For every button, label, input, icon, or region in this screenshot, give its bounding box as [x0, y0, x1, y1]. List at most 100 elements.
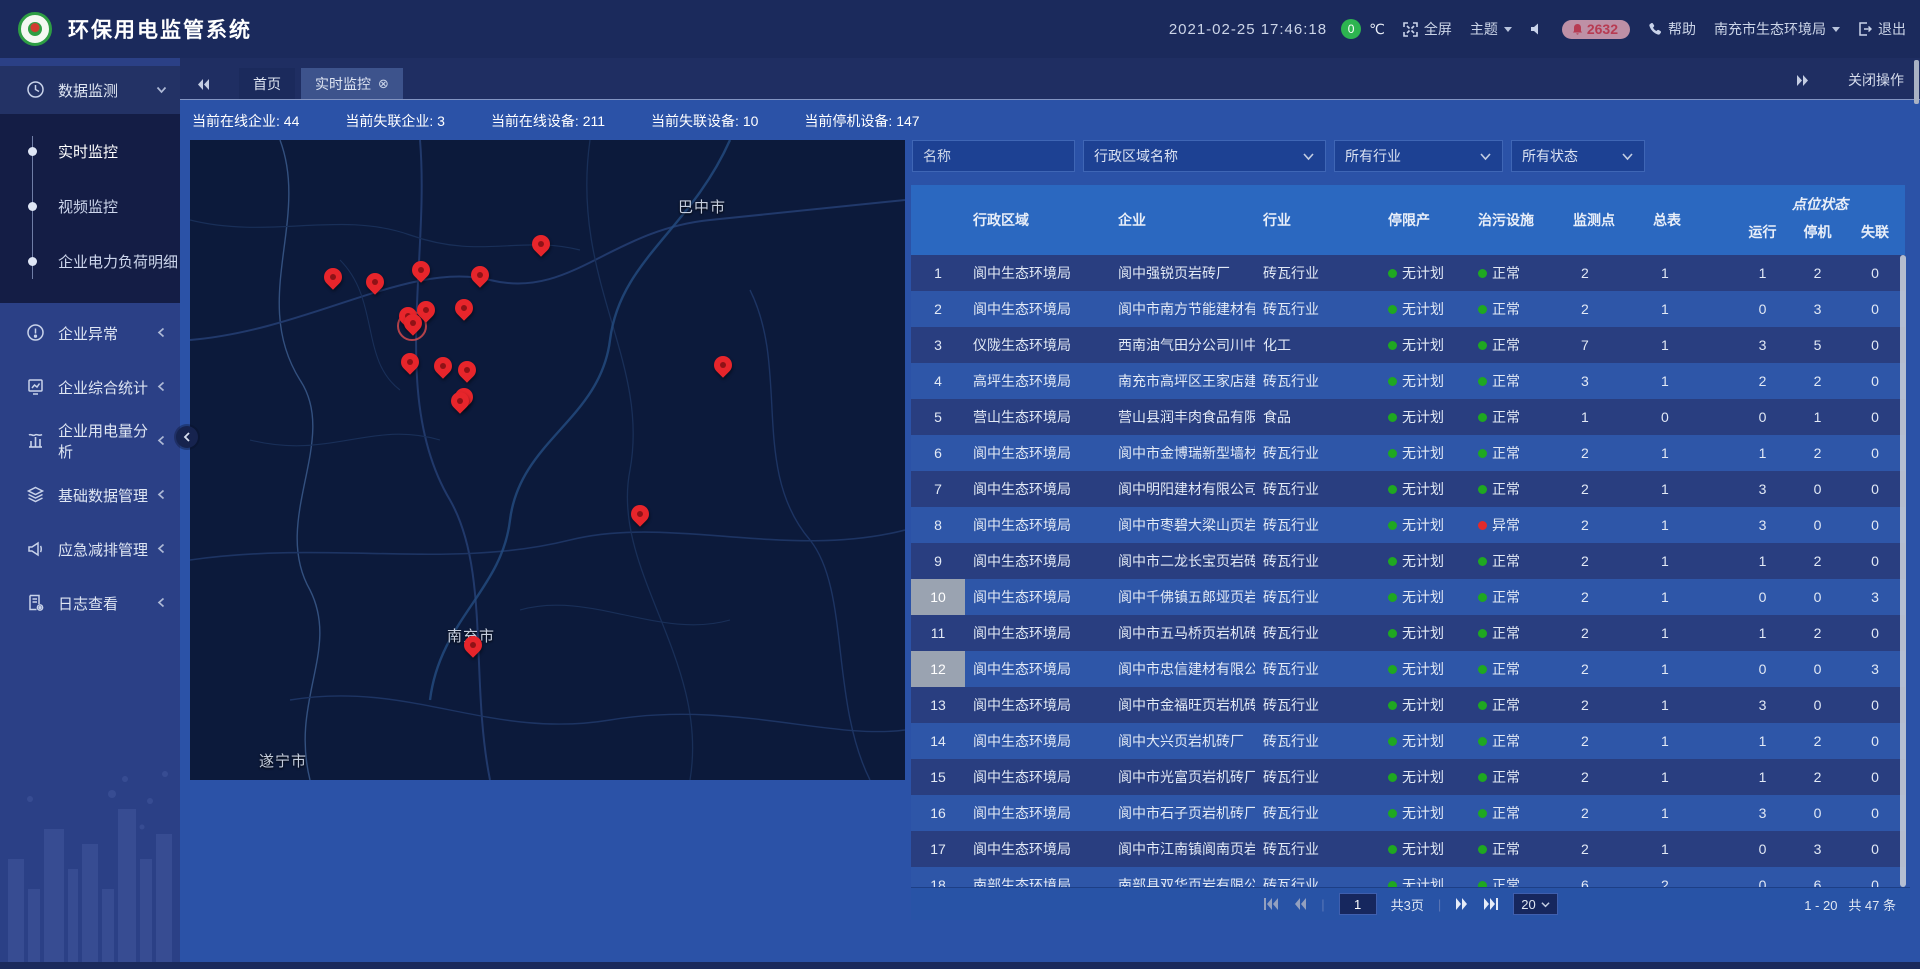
fullscreen-button[interactable]: 全屏 [1403, 19, 1452, 39]
pin-icon [397, 349, 422, 374]
tab-item[interactable]: 首页 [239, 68, 295, 99]
cell-industry: 砖瓦行业 [1255, 543, 1380, 579]
table-row[interactable]: 1阆中生态环境局阆中强锐页岩砖厂砖瓦行业无计划正常21120 [911, 255, 1905, 291]
tabs-scroll-left-button[interactable] [196, 78, 211, 91]
status-dot-icon [1388, 773, 1397, 782]
prev-page-button[interactable] [1293, 898, 1307, 910]
table-row[interactable]: 8阆中生态环境局阆中市枣碧大梁山页岩砖瓦行业无计划异常21300 [911, 507, 1905, 543]
map-pin[interactable] [458, 361, 476, 385]
cell-region: 仪陇生态环境局 [965, 327, 1110, 363]
sidebar-item[interactable]: 基础数据管理 [0, 471, 180, 519]
cell-monitor-points: 2 [1565, 831, 1645, 867]
map-pin[interactable] [404, 314, 422, 338]
sidebar-subitem[interactable]: 视频监控 [0, 179, 180, 234]
sidebar-item-label: 企业综合统计 [58, 377, 156, 398]
map-pin[interactable] [714, 356, 732, 380]
table-row[interactable]: 18南部生态环境局南部县双华页岩有限公砖瓦行业无计划正常62060 [911, 867, 1905, 887]
status-filter-select[interactable]: 所有状态 [1511, 140, 1645, 172]
cell-industry: 砖瓦行业 [1255, 687, 1380, 723]
cell-limit-status: 无计划 [1380, 399, 1470, 435]
table-row[interactable]: 4高坪生态环境局南充市高坪区王家店建砖瓦行业无计划正常31220 [911, 363, 1905, 399]
map-pin[interactable] [401, 353, 419, 377]
cell-limit-status: 无计划 [1380, 759, 1470, 795]
help-button[interactable]: 帮助 [1648, 19, 1696, 39]
alert-count-badge[interactable]: 2632 [1562, 20, 1630, 39]
map-pin[interactable] [412, 261, 430, 285]
cell-running: 0 [1735, 291, 1790, 327]
pager-separator: | [1321, 897, 1324, 912]
sidebar-subitem[interactable]: 企业电力负荷明细 [0, 234, 180, 289]
close-operations-button[interactable]: 关闭操作 [1848, 70, 1904, 90]
map-pin[interactable] [324, 268, 342, 292]
table-row[interactable]: 14阆中生态环境局阆中大兴页岩机砖厂砖瓦行业无计划正常21120 [911, 723, 1905, 759]
map-pin[interactable] [366, 273, 384, 297]
org-menu[interactable]: 南充市生态环境局 [1714, 19, 1840, 39]
cell-treatment-status: 正常 [1470, 327, 1565, 363]
map-pin[interactable] [532, 235, 550, 259]
table-row[interactable]: 11阆中生态环境局阆中市五马桥页岩机砖砖瓦行业无计划正常21120 [911, 615, 1905, 651]
sidebar: 数据监测实时监控视频监控企业电力负荷明细企业异常企业综合统计企业用电量分析基础数… [0, 58, 180, 969]
table-row[interactable]: 6阆中生态环境局阆中市金博瑞新型墙材砖瓦行业无计划正常21120 [911, 435, 1905, 471]
tab-close-icon[interactable]: ⊗ [378, 76, 389, 92]
cell-stopped: 5 [1790, 327, 1845, 363]
table-row[interactable]: 15阆中生态环境局阆中市光富页岩机砖厂砖瓦行业无计划正常21120 [911, 759, 1905, 795]
page-size-select[interactable]: 20 [1513, 893, 1557, 915]
cell-region: 阆中生态环境局 [965, 543, 1110, 579]
sidebar-item[interactable]: 企业用电量分析 [0, 417, 180, 465]
cell-row-number: 10 [911, 579, 965, 615]
tab-item[interactable]: 实时监控⊗ [301, 68, 403, 99]
cell-offline: 0 [1845, 327, 1905, 363]
next-page-button[interactable] [1455, 898, 1469, 910]
first-page-button[interactable] [1263, 898, 1279, 910]
table-row[interactable]: 12阆中生态环境局阆中市忠信建材有限公砖瓦行业无计划正常21003 [911, 651, 1905, 687]
cell-total-meter: 1 [1645, 579, 1735, 615]
sidebar-menu: 数据监测实时监控视频监控企业电力负荷明细企业异常企业综合统计企业用电量分析基础数… [0, 66, 180, 627]
map-pin[interactable] [455, 299, 473, 323]
cell-enterprise: 南充市高坪区王家店建 [1110, 363, 1255, 399]
theme-menu[interactable]: 主题 [1470, 19, 1512, 39]
map-pin[interactable] [631, 505, 649, 529]
sidebar-item[interactable]: 日志查看 [0, 579, 180, 627]
name-filter-input[interactable] [912, 140, 1075, 172]
cell-offline: 0 [1845, 867, 1905, 887]
map-pin[interactable] [464, 636, 482, 660]
map-pin[interactable] [471, 266, 489, 290]
table-row[interactable]: 17阆中生态环境局阆中市江南镇阆南页岩砖瓦行业无计划正常21030 [911, 831, 1905, 867]
page-number-input[interactable] [1339, 893, 1377, 915]
table-row[interactable]: 5营山生态环境局营山县润丰肉食品有限食品无计划正常10010 [911, 399, 1905, 435]
region-filter-select[interactable]: 行政区域名称 [1083, 140, 1326, 172]
pin-hole [409, 319, 417, 327]
cell-total-meter: 1 [1645, 651, 1735, 687]
monitor-panel: 行政区域名称 所有行业 所有状态 行政区域 企业 行业 停限产 治污设施 监测点 [911, 140, 1910, 920]
sidebar-item[interactable]: 企业异常 [0, 309, 180, 357]
industry-filter-select[interactable]: 所有行业 [1334, 140, 1503, 172]
sidebar-item[interactable]: 企业综合统计 [0, 363, 180, 411]
speaker-button[interactable] [1530, 22, 1544, 36]
table-row[interactable]: 3仪陇生态环境局西南油气田分公司川中化工无计划正常71350 [911, 327, 1905, 363]
help-label: 帮助 [1668, 19, 1696, 39]
sidebar-collapse-button[interactable] [176, 426, 198, 448]
cell-treatment-status: 正常 [1470, 759, 1565, 795]
table-row[interactable]: 10阆中生态环境局阆中千佛镇五郎垭页岩砖瓦行业无计划正常21003 [911, 579, 1905, 615]
cell-offline: 0 [1845, 435, 1905, 471]
cell-stopped: 0 [1790, 507, 1845, 543]
table-scrollbar[interactable] [1900, 255, 1906, 887]
logout-button[interactable]: 退出 [1858, 19, 1906, 39]
cell-stopped: 2 [1790, 759, 1845, 795]
last-page-button[interactable] [1483, 898, 1499, 910]
sidebar-subitem[interactable]: 实时监控 [0, 124, 180, 179]
sidebar-item[interactable]: 应急减排管理 [0, 525, 180, 573]
table-row[interactable]: 7阆中生态环境局阆中明阳建材有限公司砖瓦行业无计划正常21300 [911, 471, 1905, 507]
page-scrollbar[interactable] [1914, 60, 1919, 104]
table-row[interactable]: 16阆中生态环境局阆中市石子页岩机砖厂砖瓦行业无计划正常21300 [911, 795, 1905, 831]
map-canvas[interactable]: 巴中市南充市遂宁市 [190, 140, 905, 780]
header-enterprise: 企业 [1110, 185, 1255, 255]
table-row[interactable]: 2阆中生态环境局阆中市南方节能建材有砖瓦行业无计划正常21030 [911, 291, 1905, 327]
cell-running: 1 [1735, 255, 1790, 291]
map-pin[interactable] [451, 392, 469, 416]
table-row[interactable]: 13阆中生态环境局阆中市金福旺页岩机砖砖瓦行业无计划正常21300 [911, 687, 1905, 723]
sidebar-item[interactable]: 数据监测 [0, 66, 180, 114]
map-pin[interactable] [434, 357, 452, 381]
table-row[interactable]: 9阆中生态环境局阆中市二龙长宝页岩砖砖瓦行业无计划正常21120 [911, 543, 1905, 579]
tabs-scroll-right-button[interactable] [1795, 74, 1810, 87]
